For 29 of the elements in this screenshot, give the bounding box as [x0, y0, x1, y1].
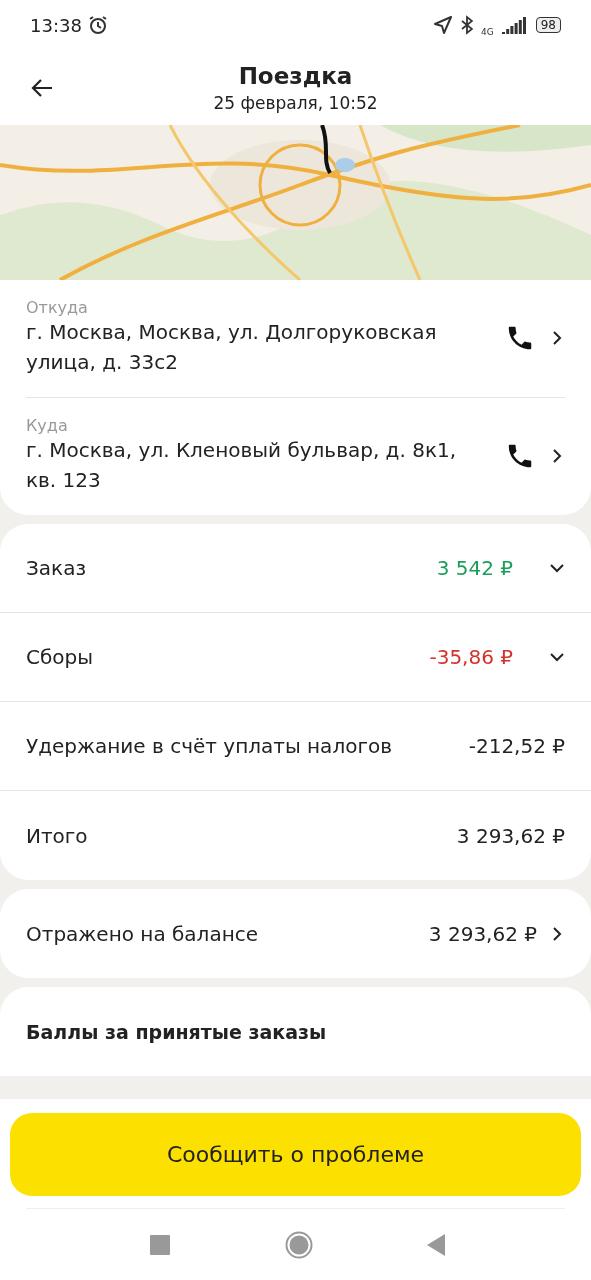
address-text: г. Москва, ул. Кленовый бульвар, д. 8к1, кв. 123 [26, 437, 458, 494]
summary-amount: -35,86 ₽ [429, 645, 513, 669]
back-triangle-icon[interactable] [427, 1233, 445, 1256]
summary-label: Удержание в счёт уплаты налогов [26, 734, 393, 758]
location-arrow-icon [433, 15, 453, 35]
summary-label: Итого [26, 823, 89, 848]
recent-apps-icon[interactable] [150, 1234, 170, 1255]
trip-date: 25 февраля, 10:52 [213, 92, 378, 113]
address-label: Куда [26, 416, 69, 435]
summary-amount: 3 293,62 ₽ [456, 823, 565, 848]
summary-label[interactable]: Сборы [26, 645, 430, 669]
balance-amount: 3 293,62 ₽ [428, 921, 537, 946]
report-problem-button[interactable]: Сообщить о проблеме [10, 1113, 581, 1196]
balance-card[interactable]: Отражено на балансе 3 293,62 ₽ [0, 889, 591, 978]
balance-label: Отражено на балансе [26, 921, 260, 946]
summary-amount: 3 542 ₽ [436, 556, 513, 580]
status-time: 13:38 [30, 14, 82, 36]
network-type: 4G [481, 27, 494, 37]
bluetooth-icon [461, 15, 473, 35]
alarm-clock-icon [87, 15, 108, 35]
home-icon[interactable] [284, 1230, 313, 1259]
address-label: Откуда [26, 298, 89, 317]
signal-icon [501, 16, 528, 34]
address-text: г. Москва, Москва, ул. Долгоруковская улица, д. 33с2 [26, 319, 438, 376]
battery-level: 98 [535, 17, 561, 33]
points-title: Баллы за принятые заказы [26, 1020, 327, 1043]
summary-amount: -212,52 ₽ [468, 734, 565, 758]
page-title: Поездка [238, 62, 353, 89]
summary-label[interactable]: Заказ [26, 556, 437, 580]
